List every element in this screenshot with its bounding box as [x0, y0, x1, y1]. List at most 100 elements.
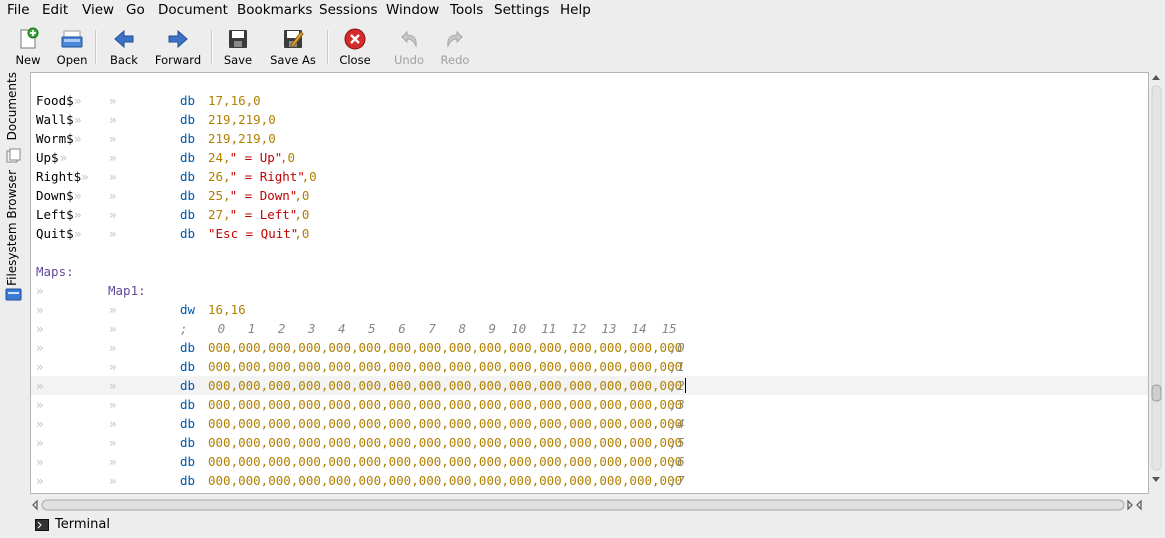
tab-marker: »	[109, 473, 117, 488]
code-line[interactable]: » » db 000,000,000,000,000,000,000,000,000,…	[31, 433, 1148, 452]
code-number: 000,000,000,000,000,000,000,000,000,000,…	[208, 359, 683, 374]
save-as-button-label: Save As	[270, 53, 316, 67]
menu-go[interactable]: Go	[126, 2, 145, 18]
tab-filesystem-browser[interactable]: Filesystem Browser	[3, 170, 25, 288]
code-instruction: db	[180, 435, 196, 450]
save-as-button[interactable]: Save As	[264, 25, 322, 67]
code-line[interactable]: Quit$»» db "Esc = Quit" ,0	[31, 224, 1148, 243]
menu-sessions[interactable]: Sessions	[319, 2, 378, 18]
code-label: Left$	[36, 207, 74, 222]
code-number: 000,000,000,000,000,000,000,000,000,000,…	[208, 340, 683, 355]
tab-documents-label: Documents	[5, 72, 19, 141]
code-instruction: db	[180, 150, 196, 165]
scroll-right-arrow-icon	[1127, 499, 1133, 511]
tab-marker: »	[74, 226, 82, 241]
code-instruction: db	[180, 378, 196, 393]
menu-document[interactable]: Document	[158, 2, 228, 18]
save-as-icon	[281, 27, 305, 51]
tab-marker: »	[36, 378, 44, 393]
new-button[interactable]: New	[6, 25, 50, 67]
documents-icon	[3, 148, 25, 166]
code-line[interactable]: Maps:	[31, 262, 1148, 281]
menu-settings[interactable]: Settings	[494, 2, 549, 18]
code-number: ,0	[294, 226, 310, 241]
code-comment: ;1	[669, 359, 685, 374]
save-button[interactable]: Save	[216, 25, 260, 67]
code-line[interactable]: Down$»» db 25, " = Down" ,0	[31, 186, 1148, 205]
code-instruction: dw	[180, 302, 196, 317]
tab-marker: »	[109, 150, 117, 165]
scroll-up-arrow-icon	[1152, 75, 1160, 80]
tab-marker: »	[36, 302, 44, 317]
bottom-tool-bar: Terminal	[0, 514, 1165, 538]
back-button[interactable]: Back	[100, 25, 148, 67]
menu-tools[interactable]: Tools	[450, 2, 483, 18]
code-comment: ;4	[669, 416, 685, 431]
code-instruction: db	[180, 340, 196, 355]
code-line[interactable]: Worm$»» db 219,219,0	[31, 129, 1148, 148]
code-instruction: db	[180, 454, 196, 469]
code-instruction: db	[180, 93, 196, 108]
text-editor-area[interactable]: Food$»» db 17,16,0 Wall$»» db 219,219,0 Worm$»…	[30, 72, 1149, 494]
menu-bookmarks[interactable]: Bookmarks	[237, 2, 312, 18]
section-label: Maps:	[36, 264, 74, 279]
code-number: ,0	[294, 207, 310, 222]
tab-marker: »	[109, 454, 117, 469]
code-label: Down$	[36, 188, 74, 203]
menu-file[interactable]: File	[7, 2, 30, 18]
menu-window[interactable]: Window	[386, 2, 439, 18]
tab-marker: »	[74, 188, 82, 203]
code-line[interactable]: » » db 000,000,000,000,000,000,000,000,000,…	[31, 357, 1148, 376]
undo-button[interactable]: Undo	[384, 25, 434, 67]
tab-marker: »	[109, 188, 117, 203]
code-number: 000,000,000,000,000,000,000,000,000,000,…	[208, 397, 683, 412]
code-number: 25,	[208, 188, 231, 203]
code-line[interactable]: » » db 000,000,000,000,000,000,000,000,000,…	[31, 452, 1148, 471]
code-instruction: db	[180, 416, 196, 431]
close-icon	[343, 27, 367, 51]
horizontal-scrollbar[interactable]	[30, 496, 1147, 514]
code-instruction: db	[180, 359, 196, 374]
code-line[interactable]: » » db 000,000,000,000,000,000,000,000,000,…	[31, 338, 1148, 357]
code-number: ,0	[301, 169, 317, 184]
menu-help[interactable]: Help	[560, 2, 591, 18]
code-line[interactable]: Up$»» db 24, " = Up" ,0	[31, 148, 1148, 167]
redo-button[interactable]: Redo	[432, 25, 478, 67]
code-line[interactable]: » » dw 16,16	[31, 300, 1148, 319]
tab-marker: »	[109, 416, 117, 431]
code-line[interactable]: » » db 000,000,000,000,000,000,000,000,000,…	[31, 376, 1148, 395]
code-line[interactable]: » » db 000,000,000,000,000,000,000,000,000,…	[31, 395, 1148, 414]
open-button-label: Open	[56, 53, 88, 67]
scroll-left-arrow-icon-2	[1136, 499, 1142, 511]
terminal-tab[interactable]: Terminal	[33, 517, 113, 535]
tab-marker: »	[36, 283, 44, 298]
code-label: Up$	[36, 150, 59, 165]
undo-button-label: Undo	[393, 53, 425, 67]
code-line[interactable]: » » ; 0 1 2 3 4 5 6 7 8 9 10 11 12 13 14 1…	[31, 319, 1148, 338]
tab-marker: »	[109, 226, 117, 241]
menu-view[interactable]: View	[82, 2, 114, 18]
code-instruction: db	[180, 188, 196, 203]
toolbar-separator	[211, 30, 213, 64]
new-document-icon	[16, 27, 40, 51]
code-line[interactable]: » » db 000,000,000,000,000,000,000,000,000,…	[31, 471, 1148, 490]
code-comment: ;7	[669, 473, 685, 488]
code-line[interactable]: » » db 000,000,000,000,000,000,000,000,000,…	[31, 414, 1148, 433]
section-label: Map1:	[108, 283, 146, 298]
tab-marker: »	[109, 397, 117, 412]
tab-marker: »	[109, 169, 117, 184]
menu-edit[interactable]: Edit	[42, 2, 68, 18]
code-line[interactable]: » Map1:	[31, 281, 1148, 300]
open-button[interactable]: Open	[50, 25, 94, 67]
code-line[interactable]: Left$»» db 27, " = Left" ,0	[31, 205, 1148, 224]
tab-marker: »	[59, 150, 68, 165]
code-line[interactable]: Wall$»» db 219,219,0	[31, 110, 1148, 129]
code-instruction: db	[180, 169, 196, 184]
code-line[interactable]: Right$»» db 26, " = Right" ,0	[31, 167, 1148, 186]
forward-button[interactable]: Forward	[150, 25, 206, 67]
text-cursor	[685, 378, 686, 393]
code-line[interactable]: Food$»» db 17,16,0	[31, 91, 1148, 110]
vertical-scrollbar[interactable]	[1148, 72, 1165, 492]
code-string: " = Left"	[229, 207, 298, 222]
close-button[interactable]: Close	[332, 25, 378, 67]
